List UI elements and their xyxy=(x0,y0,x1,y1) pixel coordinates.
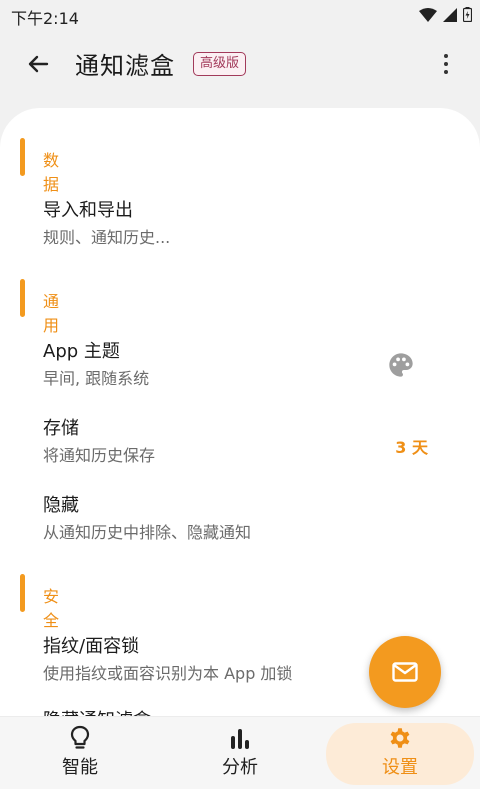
mail-icon xyxy=(392,662,418,682)
more-dot-icon xyxy=(444,70,448,74)
section-accent-bar xyxy=(20,279,25,317)
section-accent-bar xyxy=(20,138,25,176)
section-accent-bar xyxy=(20,574,25,612)
bar-chart-icon xyxy=(231,729,249,749)
nav-item-analysis[interactable]: 分析 xyxy=(200,717,280,789)
settings-item-hide[interactable]: 隐藏 从通知历史中排除、隐藏通知 xyxy=(0,491,480,553)
item-subtitle: 将通知历史保存 xyxy=(43,446,156,465)
item-subtitle: 早间, 跟随系统 xyxy=(43,369,150,388)
section-label: 安全 xyxy=(43,587,60,630)
more-dot-icon xyxy=(444,62,448,66)
item-subtitle: 规则、通知历史... xyxy=(43,228,171,247)
settings-item-theme[interactable]: App 主题 早间, 跟随系统 xyxy=(0,337,480,399)
back-arrow-icon xyxy=(28,55,49,73)
nav-label: 智能 xyxy=(62,757,98,778)
status-bar: 下午2:14 xyxy=(0,0,480,30)
item-title: 隐藏 xyxy=(43,495,79,516)
item-subtitle: 从通知历史中排除、隐藏通知 xyxy=(43,523,252,542)
lightbulb-icon xyxy=(70,725,90,749)
settings-item-storage[interactable]: 存储 将通知历史保存 3 天 xyxy=(0,414,480,476)
nav-item-settings[interactable]: 设置 xyxy=(360,717,440,789)
battery-icon xyxy=(463,7,472,22)
status-icons xyxy=(419,7,472,22)
nav-item-smart[interactable]: 智能 xyxy=(40,717,120,789)
palette-icon xyxy=(389,353,413,377)
storage-duration-value: 3 天 xyxy=(395,438,428,457)
pro-badge: 高级版 xyxy=(193,52,247,76)
item-title: 导入和导出 xyxy=(43,200,133,221)
nav-label: 设置 xyxy=(382,757,418,778)
signal-icon xyxy=(443,7,457,22)
more-options-button[interactable] xyxy=(434,48,458,80)
section-label: 数据 xyxy=(43,151,60,194)
gear-icon xyxy=(390,728,410,748)
item-title: 指纹/面容锁 xyxy=(43,636,140,657)
settings-item-import-export[interactable]: 导入和导出 规则、通知历史... xyxy=(0,196,480,258)
item-title: App 主题 xyxy=(43,341,120,362)
item-subtitle: 使用指纹或面容识别为本 App 加锁 xyxy=(43,664,293,683)
feedback-mail-button[interactable] xyxy=(369,636,441,708)
item-title: 存储 xyxy=(43,418,79,439)
app-bar: 通知滤盒 高级版 xyxy=(0,30,480,98)
status-time: 下午2:14 xyxy=(11,9,79,28)
nav-label: 分析 xyxy=(222,757,258,778)
more-dot-icon xyxy=(444,54,448,58)
page-title: 通知滤盒 xyxy=(75,52,175,80)
back-button[interactable] xyxy=(22,48,54,80)
bottom-navigation: 智能 分析 设置 xyxy=(0,716,480,789)
section-label: 通用 xyxy=(43,292,60,335)
wifi-icon xyxy=(419,7,437,22)
